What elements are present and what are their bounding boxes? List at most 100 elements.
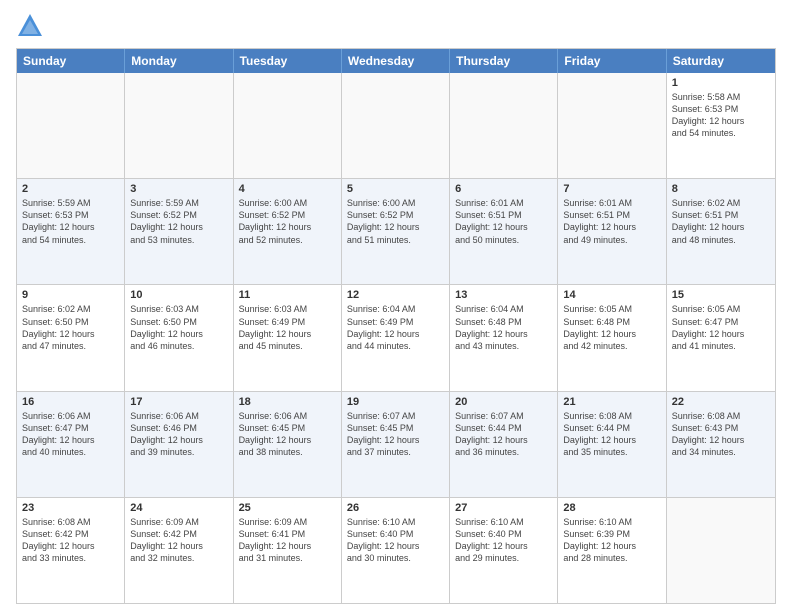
calendar-cell: 26 Sunrise: 6:10 AM Sunset: 6:40 PM Dayli… [342, 498, 450, 603]
logo-icon [16, 12, 44, 40]
day-info: Sunrise: 5:59 AM Sunset: 6:53 PM Dayligh… [22, 197, 119, 246]
header [16, 12, 776, 40]
day-number: 7 [563, 183, 660, 195]
calendar-cell: 21Sunrise: 6:08 AM Sunset: 6:44 PM Dayli… [558, 392, 666, 497]
day-info: Sunrise: 6:06 AM Sunset: 6:46 PM Dayligh… [130, 410, 227, 459]
calendar-cell: 16 Sunrise: 6:06 AM Sunset: 6:47 PM Dayli… [17, 392, 125, 497]
day-info: Sunrise: 6:04 AM Sunset: 6:48 PM Dayligh… [455, 303, 552, 352]
day-number: 8 [672, 183, 770, 195]
day-number: 16 [22, 396, 119, 408]
calendar-cell: 28 Sunrise: 6:10 AM Sunset: 6:39 PM Dayli… [558, 498, 666, 603]
calendar-row: 16 Sunrise: 6:06 AM Sunset: 6:47 PM Dayli… [17, 391, 775, 497]
day-number: 2 [22, 183, 119, 195]
calendar-cell: 24 Sunrise: 6:09 AM Sunset: 6:42 PM Dayli… [125, 498, 233, 603]
day-info: Sunrise: 6:01 AM Sunset: 6:51 PM Dayligh… [563, 197, 660, 246]
day-number: 22 [672, 396, 770, 408]
day-number: 10 [130, 289, 227, 301]
day-info: Sunrise: 6:08 AM Sunset: 6:44 PM Dayligh… [563, 410, 660, 459]
day-number: 28 [563, 502, 660, 514]
day-info: Sunrise: 6:02 AM Sunset: 6:51 PM Dayligh… [672, 197, 770, 246]
calendar-cell [667, 498, 775, 603]
day-info: Sunrise: 6:10 AM Sunset: 6:40 PM Dayligh… [347, 516, 444, 565]
calendar-cell: 5 Sunrise: 6:00 AM Sunset: 6:52 PM Daylig… [342, 179, 450, 284]
calendar-row: 9 Sunrise: 6:02 AM Sunset: 6:50 PM Daylig… [17, 284, 775, 390]
day-number: 27 [455, 502, 552, 514]
calendar-cell: 17 Sunrise: 6:06 AM Sunset: 6:46 PM Dayli… [125, 392, 233, 497]
day-number: 5 [347, 183, 444, 195]
day-number: 9 [22, 289, 119, 301]
calendar-cell: 22 Sunrise: 6:08 AM Sunset: 6:43 PM Dayli… [667, 392, 775, 497]
calendar-cell: 6Sunrise: 6:01 AM Sunset: 6:51 PM Daylig… [450, 179, 558, 284]
day-number: 1 [672, 77, 770, 89]
cal-header-cell: Thursday [450, 49, 558, 73]
day-number: 26 [347, 502, 444, 514]
calendar-row: 2 Sunrise: 5:59 AM Sunset: 6:53 PM Daylig… [17, 178, 775, 284]
calendar-cell: 2 Sunrise: 5:59 AM Sunset: 6:53 PM Daylig… [17, 179, 125, 284]
cal-header-cell: Tuesday [234, 49, 342, 73]
day-info: Sunrise: 6:04 AM Sunset: 6:49 PM Dayligh… [347, 303, 444, 352]
calendar-cell: 7 Sunrise: 6:01 AM Sunset: 6:51 PM Daylig… [558, 179, 666, 284]
calendar-cell: 23Sunrise: 6:08 AM Sunset: 6:42 PM Dayli… [17, 498, 125, 603]
day-number: 14 [563, 289, 660, 301]
calendar-cell: 1 Sunrise: 5:58 AM Sunset: 6:53 PM Daylig… [667, 73, 775, 178]
day-number: 18 [239, 396, 336, 408]
day-number: 20 [455, 396, 552, 408]
day-number: 24 [130, 502, 227, 514]
calendar-cell: 20 Sunrise: 6:07 AM Sunset: 6:44 PM Dayli… [450, 392, 558, 497]
calendar-row: 1 Sunrise: 5:58 AM Sunset: 6:53 PM Daylig… [17, 73, 775, 178]
calendar: SundayMondayTuesdayWednesdayThursdayFrid… [16, 48, 776, 604]
day-info: Sunrise: 6:03 AM Sunset: 6:49 PM Dayligh… [239, 303, 336, 352]
day-info: Sunrise: 6:06 AM Sunset: 6:47 PM Dayligh… [22, 410, 119, 459]
calendar-cell: 25 Sunrise: 6:09 AM Sunset: 6:41 PM Dayli… [234, 498, 342, 603]
page: SundayMondayTuesdayWednesdayThursdayFrid… [0, 0, 792, 612]
day-number: 19 [347, 396, 444, 408]
calendar-cell: 11 Sunrise: 6:03 AM Sunset: 6:49 PM Dayli… [234, 285, 342, 390]
calendar-cell [342, 73, 450, 178]
calendar-cell: 27Sunrise: 6:10 AM Sunset: 6:40 PM Dayli… [450, 498, 558, 603]
calendar-cell: 18 Sunrise: 6:06 AM Sunset: 6:45 PM Dayli… [234, 392, 342, 497]
calendar-cell: 14 Sunrise: 6:05 AM Sunset: 6:48 PM Dayli… [558, 285, 666, 390]
day-number: 13 [455, 289, 552, 301]
day-number: 11 [239, 289, 336, 301]
day-info: Sunrise: 6:07 AM Sunset: 6:44 PM Dayligh… [455, 410, 552, 459]
day-info: Sunrise: 6:03 AM Sunset: 6:50 PM Dayligh… [130, 303, 227, 352]
logo [16, 12, 48, 40]
calendar-body: 1 Sunrise: 5:58 AM Sunset: 6:53 PM Daylig… [17, 73, 775, 603]
day-info: Sunrise: 6:05 AM Sunset: 6:47 PM Dayligh… [672, 303, 770, 352]
calendar-cell: 8 Sunrise: 6:02 AM Sunset: 6:51 PM Daylig… [667, 179, 775, 284]
day-number: 17 [130, 396, 227, 408]
calendar-cell [234, 73, 342, 178]
calendar-cell [125, 73, 233, 178]
calendar-cell: 3 Sunrise: 5:59 AM Sunset: 6:52 PM Daylig… [125, 179, 233, 284]
day-number: 4 [239, 183, 336, 195]
day-info: Sunrise: 6:00 AM Sunset: 6:52 PM Dayligh… [347, 197, 444, 246]
calendar-cell [450, 73, 558, 178]
day-info: Sunrise: 6:05 AM Sunset: 6:48 PM Dayligh… [563, 303, 660, 352]
calendar-cell: 10 Sunrise: 6:03 AM Sunset: 6:50 PM Dayli… [125, 285, 233, 390]
day-info: Sunrise: 6:10 AM Sunset: 6:39 PM Dayligh… [563, 516, 660, 565]
day-info: Sunrise: 6:08 AM Sunset: 6:42 PM Dayligh… [22, 516, 119, 565]
day-info: Sunrise: 6:06 AM Sunset: 6:45 PM Dayligh… [239, 410, 336, 459]
cal-header-cell: Sunday [17, 49, 125, 73]
day-number: 15 [672, 289, 770, 301]
day-number: 3 [130, 183, 227, 195]
calendar-cell [558, 73, 666, 178]
day-info: Sunrise: 6:00 AM Sunset: 6:52 PM Dayligh… [239, 197, 336, 246]
calendar-row: 23Sunrise: 6:08 AM Sunset: 6:42 PM Dayli… [17, 497, 775, 603]
calendar-cell: 9 Sunrise: 6:02 AM Sunset: 6:50 PM Daylig… [17, 285, 125, 390]
calendar-cell: 15 Sunrise: 6:05 AM Sunset: 6:47 PM Dayli… [667, 285, 775, 390]
day-number: 25 [239, 502, 336, 514]
day-info: Sunrise: 5:58 AM Sunset: 6:53 PM Dayligh… [672, 91, 770, 140]
day-number: 12 [347, 289, 444, 301]
calendar-cell: 13 Sunrise: 6:04 AM Sunset: 6:48 PM Dayli… [450, 285, 558, 390]
day-info: Sunrise: 6:02 AM Sunset: 6:50 PM Dayligh… [22, 303, 119, 352]
calendar-cell: 12 Sunrise: 6:04 AM Sunset: 6:49 PM Dayli… [342, 285, 450, 390]
calendar-cell: 19 Sunrise: 6:07 AM Sunset: 6:45 PM Dayli… [342, 392, 450, 497]
day-info: Sunrise: 6:08 AM Sunset: 6:43 PM Dayligh… [672, 410, 770, 459]
day-info: Sunrise: 6:09 AM Sunset: 6:41 PM Dayligh… [239, 516, 336, 565]
day-info: Sunrise: 6:07 AM Sunset: 6:45 PM Dayligh… [347, 410, 444, 459]
day-info: Sunrise: 6:09 AM Sunset: 6:42 PM Dayligh… [130, 516, 227, 565]
cal-header-cell: Saturday [667, 49, 775, 73]
day-info: Sunrise: 5:59 AM Sunset: 6:52 PM Dayligh… [130, 197, 227, 246]
day-info: Sunrise: 6:01 AM Sunset: 6:51 PM Dayligh… [455, 197, 552, 246]
